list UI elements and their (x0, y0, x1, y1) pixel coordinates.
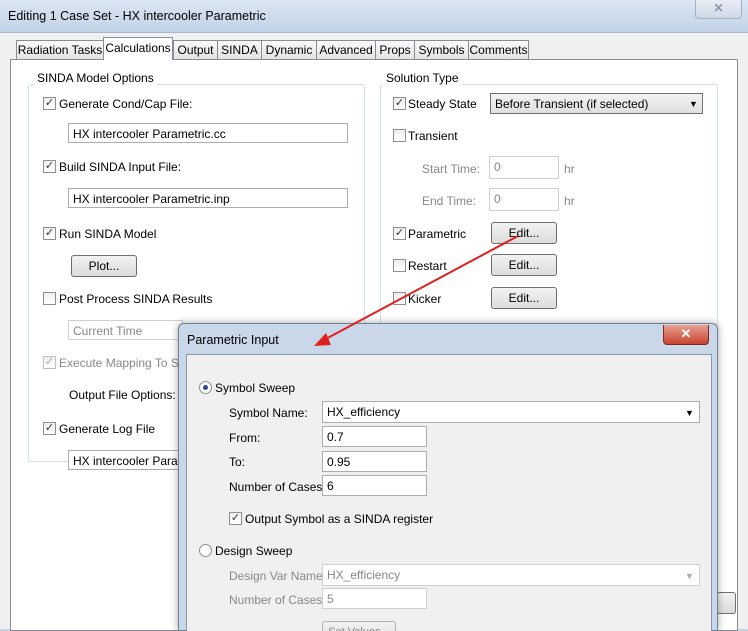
tab-calculations[interactable]: Calculations (103, 37, 173, 60)
arrow-line (321, 235, 519, 342)
arrow-head (314, 333, 331, 346)
annotation-arrow (314, 235, 519, 346)
